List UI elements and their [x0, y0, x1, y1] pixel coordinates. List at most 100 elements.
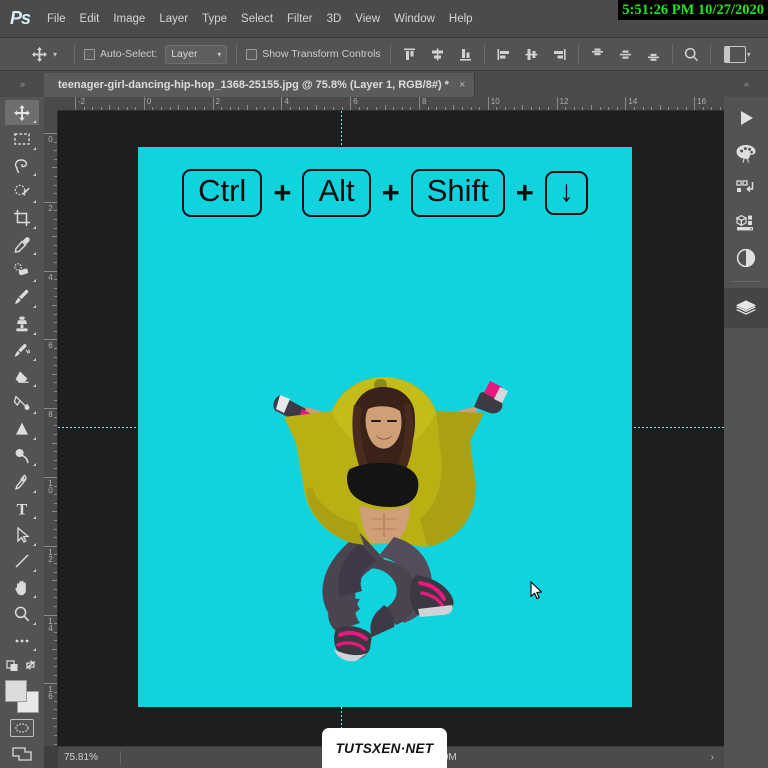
menu-file[interactable]: File	[40, 0, 73, 38]
align-top-icon[interactable]	[400, 45, 419, 64]
horizontal-type-tool[interactable]: T	[5, 496, 39, 521]
vertical-ruler[interactable]: 024681 01 21 41 61 8	[44, 111, 58, 746]
hand-tool[interactable]	[5, 575, 39, 600]
tool-more-indicator	[33, 410, 36, 414]
horizontal-ruler[interactable]: -2024681012141618	[58, 97, 724, 111]
menu-window[interactable]: Window	[387, 0, 442, 38]
ruler-v-tick	[54, 640, 57, 642]
foreground-color-swatch[interactable]	[5, 679, 27, 702]
pen-tool[interactable]	[5, 469, 39, 494]
screen-mode-and-swap[interactable]	[4, 654, 40, 675]
libraries-icon[interactable]	[729, 208, 763, 238]
rectangular-marquee-tool[interactable]	[5, 126, 39, 151]
layers-icon[interactable]	[729, 294, 763, 324]
ruler-v-tick	[54, 382, 57, 384]
line-tool[interactable]	[5, 549, 39, 574]
menu-edit[interactable]: Edit	[73, 0, 107, 38]
path-selection-tool[interactable]	[5, 522, 39, 547]
distribute-bottom-icon[interactable]	[644, 45, 663, 64]
ruler-v-tick	[54, 563, 57, 564]
menu-filter[interactable]: Filter	[280, 0, 320, 38]
ruler-h-tick	[152, 107, 154, 110]
ruler-v-label: 1 2	[48, 547, 53, 564]
menu-type[interactable]: Type	[195, 0, 234, 38]
options-divider	[74, 44, 76, 64]
ruler-v-tick	[54, 726, 57, 728]
status-expand-icon[interactable]: ›	[711, 752, 724, 763]
align-bottom-icon[interactable]	[456, 45, 475, 64]
color-swatches[interactable]	[4, 679, 40, 713]
align-left-icon[interactable]	[494, 45, 513, 64]
show-transform-checkbox[interactable]	[246, 48, 258, 60]
ruler-v-tick	[54, 227, 57, 229]
eraser-tool[interactable]	[5, 364, 39, 389]
layers-panel-group	[724, 288, 768, 328]
ruler-h-tick	[505, 107, 506, 110]
lasso-tool[interactable]	[5, 153, 39, 178]
color-palette-icon[interactable]	[729, 138, 763, 168]
close-icon[interactable]: ×	[459, 79, 465, 91]
workspace-switcher-icon[interactable]	[723, 45, 746, 63]
options-divider-3	[389, 44, 391, 64]
ruler-h-tick	[221, 107, 223, 110]
menu-layer[interactable]: Layer	[152, 0, 195, 38]
menu-select[interactable]: Select	[234, 0, 280, 38]
ruler-h-tick	[634, 107, 635, 110]
right-panel-expand[interactable]: «	[724, 71, 768, 97]
zoom-tool[interactable]	[5, 601, 39, 626]
system-clock: 5:51:26 PM 10/27/2020	[618, 0, 768, 20]
align-vcenter-icon[interactable]	[428, 45, 447, 64]
tool-preset-chevron-icon[interactable]: ▾	[53, 50, 57, 59]
adjustments-icon[interactable]	[729, 243, 763, 273]
key-shift: Shift	[410, 169, 505, 217]
crop-tool[interactable]	[5, 206, 39, 231]
workspace-chevron-icon[interactable]: ▾	[747, 50, 751, 59]
left-panel-expand[interactable]: »	[0, 71, 44, 97]
brush-tool[interactable]	[5, 285, 39, 310]
menu-image[interactable]: Image	[106, 0, 152, 38]
quick-selection-tool[interactable]	[5, 179, 39, 204]
menu-view[interactable]: View	[348, 0, 387, 38]
ruler-v-tick	[54, 666, 57, 668]
options-divider-4	[483, 44, 485, 64]
spot-healing-brush-tool[interactable]	[5, 258, 39, 283]
distribute-vcenter-icon[interactable]	[616, 45, 635, 64]
options-bar: ▾ Auto-Select: Layer ▾ Show Transform Co…	[0, 38, 768, 71]
gradient-tool[interactable]	[5, 390, 39, 415]
key-arrow-down: ↓	[544, 171, 588, 215]
quick-mask-icon[interactable]	[10, 718, 34, 737]
ruler-v-label: 1 6	[48, 685, 53, 702]
document-tab[interactable]: teenager-girl-dancing-hip-hop_1368-25155…	[44, 73, 476, 97]
auto-select-scope-dropdown[interactable]: Layer ▾	[165, 44, 228, 64]
distribute-top-icon[interactable]	[588, 45, 607, 64]
ruler-h-tick	[204, 107, 205, 110]
blur-tool[interactable]	[5, 417, 39, 442]
history-brush-tool[interactable]	[5, 338, 39, 363]
tool-more-indicator	[33, 437, 36, 441]
ruler-h-tick	[367, 107, 369, 110]
move-tool[interactable]	[5, 100, 39, 126]
chevron-down-icon: ▾	[217, 49, 222, 59]
menu-help[interactable]: Help	[442, 0, 480, 38]
move-tool-icon[interactable]	[26, 41, 52, 67]
search-icon[interactable]	[682, 45, 701, 64]
eyedropper-tool[interactable]	[5, 232, 39, 257]
edit-toolbar-button[interactable]	[5, 628, 39, 653]
dodge-tool[interactable]	[5, 443, 39, 468]
auto-select-checkbox[interactable]	[84, 48, 96, 60]
clone-stamp-tool[interactable]	[5, 311, 39, 336]
menu-bar: Ps File Edit Image Layer Type Select Fil…	[0, 0, 768, 38]
play-icon[interactable]	[729, 103, 763, 133]
history-icon[interactable]	[729, 173, 763, 203]
screen-mode-icon[interactable]	[5, 742, 39, 767]
align-hcenter-icon[interactable]	[522, 45, 541, 64]
ruler-h-label: 8	[422, 97, 427, 106]
artboard[interactable]: Ctrl + Alt + Shift + ↓	[138, 147, 632, 707]
zoom-level[interactable]: 75.81%	[58, 752, 120, 763]
ruler-v-tick	[54, 494, 57, 496]
align-right-icon[interactable]	[550, 45, 569, 64]
canvas-viewport[interactable]: Ctrl + Alt + Shift + ↓	[58, 111, 724, 746]
ruler-v-tick	[54, 434, 57, 435]
menu-3d[interactable]: 3D	[320, 0, 349, 38]
ruler-h-tick	[642, 107, 644, 110]
